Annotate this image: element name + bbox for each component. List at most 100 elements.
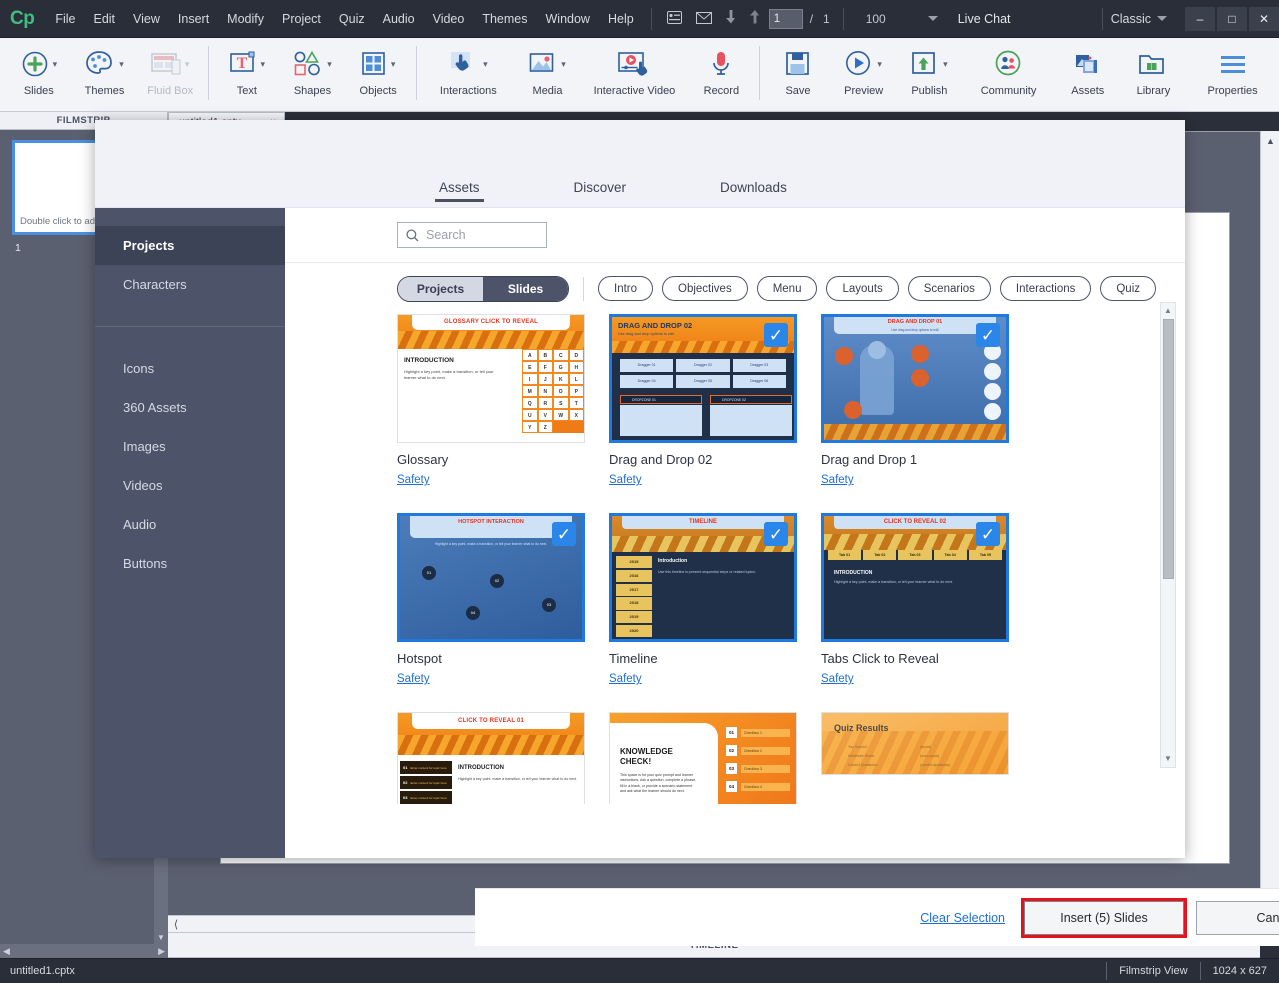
menu-help[interactable]: Help: [599, 6, 643, 32]
asset-thumbnail[interactable]: KNOWLEDGE CHECK! This space is for your …: [609, 712, 797, 804]
ribbon-text-button[interactable]: T ▾ Text: [214, 38, 280, 110]
asset-thumbnail[interactable]: DRAG AND DROP 02 Use drag and drop optio…: [609, 314, 797, 443]
arrow-down-icon[interactable]: [719, 10, 743, 27]
selected-check-icon[interactable]: ✓: [552, 522, 576, 546]
ribbon-fluid-box-button[interactable]: ▾ Fluid Box: [137, 38, 203, 110]
toggle-option-slides[interactable]: Slides: [483, 276, 568, 301]
sidebar-item-360-assets[interactable]: 360 Assets: [95, 388, 285, 427]
toggle-option-projects[interactable]: Projects: [398, 276, 483, 301]
asset-card[interactable]: GLOSSARY CLICK TO REVEAL INTRODUCTION Hi…: [397, 314, 609, 486]
ribbon-assets-button[interactable]: Assets: [1055, 38, 1121, 110]
ribbon-slides-button[interactable]: ▾ Slides: [6, 38, 72, 110]
ribbon-preview-button[interactable]: ▾ Preview: [831, 38, 897, 110]
sidebar-item-icons[interactable]: Icons: [95, 349, 285, 388]
filmstrip-horizontal-scrollbar[interactable]: ◀ ▶: [0, 944, 168, 958]
scroll-left-icon[interactable]: ◀: [3, 946, 10, 957]
asset-thumbnail[interactable]: Quiz Results You Scored: (score) Maximum …: [821, 712, 1009, 775]
asset-thumbnail[interactable]: CLICK TO REVEAL 01 01 Enter content for t…: [397, 712, 585, 804]
filter-pill-interactions[interactable]: Interactions: [999, 276, 1092, 301]
sidebar-item-buttons[interactable]: Buttons: [95, 544, 285, 583]
asset-card[interactable]: HOTSPOT INTERACTION Highlight a key poin…: [397, 513, 609, 685]
filter-pill-quiz[interactable]: Quiz: [1100, 276, 1157, 301]
scroll-right-icon[interactable]: ▶: [158, 946, 165, 957]
tab-downloads[interactable]: Downloads: [706, 180, 801, 207]
asset-card[interactable]: Quiz Results You Scored: (score) Maximum …: [821, 712, 1033, 804]
ribbon-properties-button[interactable]: Properties: [1186, 38, 1279, 110]
asset-thumbnail[interactable]: TIMELINE 2015 2016 2017 2018 2019 2020 I…: [609, 513, 797, 642]
status-view-mode[interactable]: Filmstrip View: [1107, 965, 1199, 977]
scroll-up-icon[interactable]: ▲: [1161, 304, 1175, 318]
sidebar-item-characters[interactable]: Characters: [95, 265, 285, 304]
menu-window[interactable]: Window: [537, 6, 599, 32]
arrow-up-icon[interactable]: [743, 10, 767, 27]
filter-pill-menu[interactable]: Menu: [756, 276, 818, 301]
workspace-label[interactable]: Classic: [1111, 12, 1157, 26]
filter-pill-layouts[interactable]: Layouts: [826, 276, 899, 301]
ribbon-library-button[interactable]: Library: [1121, 38, 1187, 110]
selected-check-icon[interactable]: ✓: [976, 522, 1000, 546]
selected-check-icon[interactable]: ✓: [764, 522, 788, 546]
ribbon-interactive-video-button[interactable]: Interactive Video: [580, 38, 688, 110]
menu-audio[interactable]: Audio: [374, 6, 424, 32]
minimize-button[interactable]: –: [1185, 6, 1215, 31]
mail-icon[interactable]: [689, 11, 719, 27]
asset-thumbnail[interactable]: CLICK TO REVEAL 02 Tab 01 Tab 02 Tab 03 …: [821, 513, 1009, 642]
tab-discover[interactable]: Discover: [560, 180, 641, 207]
tab-assets[interactable]: Assets: [425, 180, 494, 207]
asset-card[interactable]: TIMELINE 2015 2016 2017 2018 2019 2020 I…: [609, 513, 821, 685]
zoom-dropdown-button[interactable]: [900, 16, 948, 21]
filter-pill-intro[interactable]: Intro: [598, 276, 654, 301]
menu-modify[interactable]: Modify: [218, 6, 273, 32]
stage-vertical-scrollbar[interactable]: ▲ ▼: [1260, 131, 1279, 915]
asset-thumbnail[interactable]: HOTSPOT INTERACTION Highlight a key poin…: [397, 513, 585, 642]
ribbon-save-button[interactable]: Save: [765, 38, 831, 110]
asset-card[interactable]: DRAG AND DROP 02 Use drag and drop optio…: [609, 314, 821, 486]
sidebar-item-videos[interactable]: Videos: [95, 466, 285, 505]
asset-thumbnail[interactable]: DRAG AND DROP 01 Use drag and drop optio…: [821, 314, 1009, 443]
sidebar-item-projects[interactable]: Projects: [95, 226, 285, 265]
current-page-input[interactable]: 1: [768, 8, 803, 29]
asset-category[interactable]: Safety: [397, 673, 609, 685]
ribbon-record-button[interactable]: Record: [689, 38, 755, 110]
menu-insert[interactable]: Insert: [169, 6, 218, 32]
asset-category[interactable]: Safety: [609, 474, 821, 486]
clear-selection-link[interactable]: Clear Selection: [920, 911, 1005, 925]
selected-check-icon[interactable]: ✓: [976, 323, 1000, 347]
asset-thumbnail[interactable]: GLOSSARY CLICK TO REVEAL INTRODUCTION Hi…: [397, 314, 585, 443]
menu-view[interactable]: View: [124, 6, 169, 32]
projects-slides-toggle[interactable]: Projects Slides: [397, 275, 569, 302]
asset-card[interactable]: CLICK TO REVEAL 01 01 Enter content for t…: [397, 712, 609, 804]
scroll-up-icon[interactable]: ▲: [1261, 133, 1279, 150]
assets-grid-scrollbar[interactable]: ▲ ▼: [1160, 302, 1176, 768]
assets-grid[interactable]: GLOSSARY CLICK TO REVEAL INTRODUCTION Hi…: [397, 314, 1175, 804]
asset-category[interactable]: Safety: [397, 474, 609, 486]
search-input[interactable]: Search: [397, 222, 547, 248]
menu-themes[interactable]: Themes: [473, 6, 536, 32]
ribbon-interactions-button[interactable]: ▾ Interactions: [422, 38, 515, 110]
asset-category[interactable]: Safety: [821, 673, 1033, 685]
ribbon-themes-button[interactable]: ▾ Themes: [72, 38, 138, 110]
asset-card[interactable]: KNOWLEDGE CHECK! This space is for your …: [609, 712, 821, 804]
close-button[interactable]: ✕: [1249, 6, 1279, 31]
asset-card[interactable]: DRAG AND DROP 01 Use drag and drop optio…: [821, 314, 1033, 486]
ribbon-objects-button[interactable]: ▾ Objects: [345, 38, 411, 110]
asset-card[interactable]: CLICK TO REVEAL 02 Tab 01 Tab 02 Tab 03 …: [821, 513, 1033, 685]
insert-slides-button[interactable]: Insert (5) Slides: [1024, 900, 1184, 935]
scrollbar-thumb[interactable]: [1163, 319, 1174, 579]
scroll-left-icon[interactable]: ⟨: [168, 918, 184, 931]
filter-pill-scenarios[interactable]: Scenarios: [907, 276, 991, 301]
scroll-down-icon[interactable]: ▼: [154, 932, 168, 944]
live-chat-button[interactable]: Live Chat: [948, 12, 1021, 26]
asset-category[interactable]: Safety: [821, 474, 1033, 486]
menu-quiz[interactable]: Quiz: [330, 6, 374, 32]
scroll-down-icon[interactable]: ▼: [1161, 752, 1175, 766]
menu-project[interactable]: Project: [273, 6, 330, 32]
ribbon-shapes-button[interactable]: ▾ Shapes: [280, 38, 346, 110]
ribbon-publish-button[interactable]: ▾ Publish: [897, 38, 963, 110]
slide-notes-icon[interactable]: [660, 10, 689, 27]
selected-check-icon[interactable]: ✓: [764, 323, 788, 347]
zoom-level[interactable]: 100: [852, 12, 900, 26]
filter-pill-objectives[interactable]: Objectives: [662, 276, 748, 301]
workspace-dropdown-button[interactable]: [1157, 16, 1177, 21]
menu-file[interactable]: File: [46, 6, 84, 32]
